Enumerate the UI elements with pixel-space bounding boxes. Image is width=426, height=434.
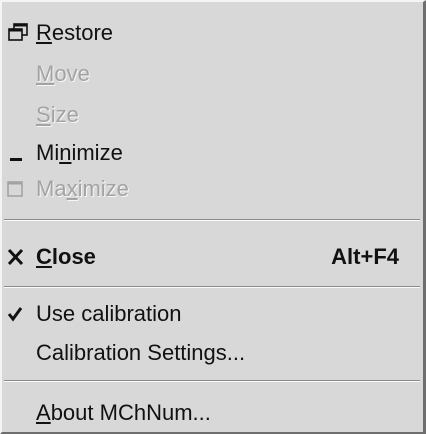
menu-item-label: Use calibration bbox=[36, 301, 182, 326]
menu-item-label: Restore bbox=[36, 20, 114, 45]
accelerator-label: Alt+F4 bbox=[331, 244, 399, 269]
menu-item-label: Maximize bbox=[36, 176, 129, 201]
menu-item-about[interactable]: About MChNum... bbox=[2, 394, 423, 432]
menu-item-label: Move bbox=[36, 61, 90, 86]
menu-item-label: Size bbox=[36, 102, 79, 127]
menu-item-label: Calibration Settings... bbox=[36, 340, 246, 365]
restore-window-icon bbox=[6, 14, 32, 52]
system-menu: Restore Move Size Minimize Maximize Clos… bbox=[0, 0, 426, 434]
menu-item-label: Minimize bbox=[36, 140, 123, 165]
maximize-icon bbox=[6, 170, 32, 208]
checkmark-icon bbox=[6, 295, 32, 333]
menu-item-size: Size bbox=[2, 96, 423, 134]
menu-item-label: About MChNum... bbox=[36, 400, 211, 425]
menu-item-minimize[interactable]: Minimize bbox=[2, 134, 423, 172]
menu-item-label: Close bbox=[36, 244, 96, 269]
menu-separator bbox=[4, 219, 420, 221]
menu-item-restore[interactable]: Restore bbox=[2, 14, 423, 52]
menu-item-use-calibration[interactable]: Use calibration bbox=[2, 295, 423, 333]
menu-item-move: Move bbox=[2, 55, 423, 93]
menu-item-calibration-settings[interactable]: Calibration Settings... bbox=[2, 334, 423, 372]
menu-item-close[interactable]: Close Alt+F4 bbox=[2, 238, 423, 276]
menu-separator bbox=[4, 380, 420, 382]
menu-separator bbox=[4, 286, 420, 288]
minimize-icon bbox=[6, 134, 32, 172]
close-x-icon bbox=[6, 238, 32, 276]
menu-item-maximize: Maximize bbox=[2, 170, 423, 208]
